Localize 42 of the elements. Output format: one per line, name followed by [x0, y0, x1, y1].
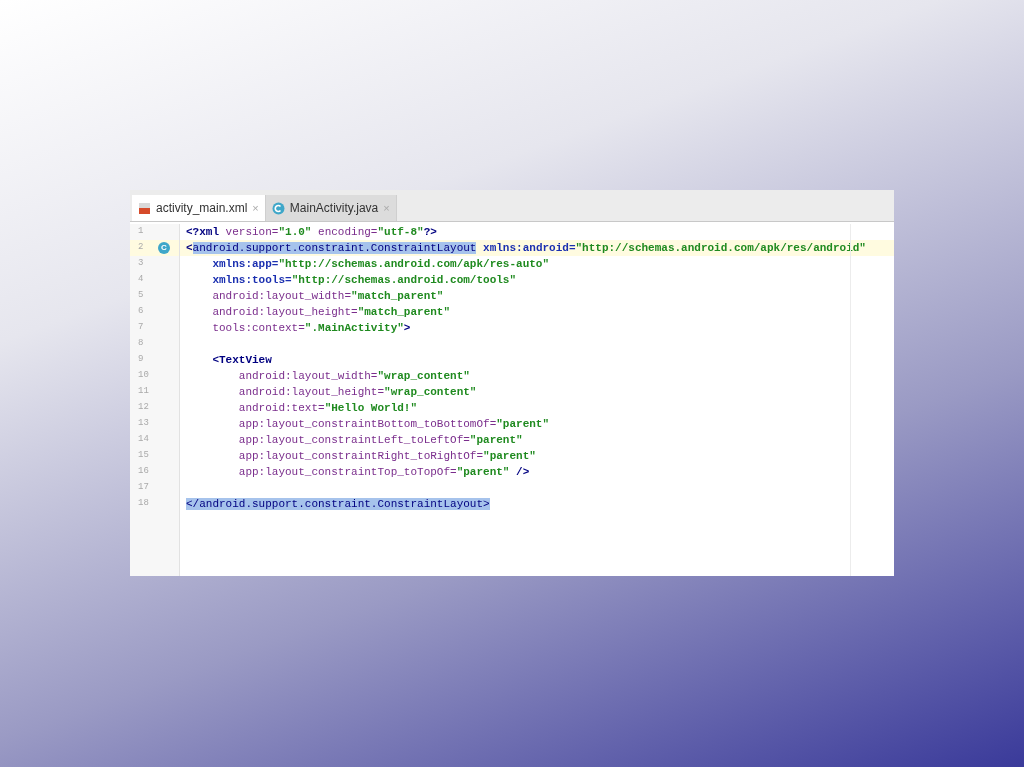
code-line: android:text="Hello World!" — [237, 401, 418, 416]
line-number: 2 — [138, 241, 145, 255]
code-line: app:layout_constraintBottom_toBottomOf="parent" — [237, 417, 550, 432]
line-number: 4 — [138, 273, 145, 287]
code-line: android:layout_height="wrap_content" — [237, 385, 477, 400]
code-line: android:layout_height="match_parent" — [211, 305, 451, 320]
code-line: tools:context=".MainActivity"> — [211, 321, 411, 336]
line-number: 18 — [138, 497, 150, 511]
line-number: 12 — [138, 401, 150, 415]
line-number: 11 — [138, 385, 150, 399]
tab-label: MainActivity.java — [289, 200, 379, 217]
line-number: 6 — [138, 305, 145, 319]
line-number: 8 — [138, 337, 145, 351]
line-number: 13 — [138, 417, 150, 431]
line-number: 14 — [138, 433, 150, 447]
editor-tab[interactable]: MainActivity.java × — [265, 195, 397, 221]
line-number: 5 — [138, 289, 145, 303]
layout-file-icon — [138, 201, 151, 215]
line-number: 15 — [138, 449, 150, 463]
code-line: <android.support.constraint.ConstraintLayout xmlns:android="http://schemas.android.com/apk/res/android" — [186, 241, 866, 256]
code-line: xmlns:app="http://schemas.android.com/apk/res-auto" — [211, 257, 550, 272]
line-number: 16 — [138, 465, 150, 479]
code-line: xmlns:tools="http://schemas.android.com/tools" — [211, 273, 517, 288]
line-number: 17 — [138, 481, 150, 495]
close-tab-button[interactable]: × — [252, 199, 259, 217]
code-line: android:layout_width="match_parent" — [211, 289, 444, 304]
line-number: 3 — [138, 257, 145, 271]
editor-tab[interactable]: activity_main.xml × — [132, 195, 266, 221]
line-number: 7 — [138, 321, 145, 335]
line-number: 1 — [138, 225, 145, 239]
class-icon — [271, 201, 285, 215]
line-number: 10 — [138, 369, 150, 383]
code-line: app:layout_constraintLeft_toLeftOf="parent" — [237, 433, 523, 448]
code-line: android:layout_width="wrap_content" — [237, 369, 470, 384]
close-tab-button[interactable]: × — [383, 199, 390, 217]
code-line: <TextView — [211, 353, 272, 368]
class-gutter-icon[interactable]: C — [158, 242, 170, 254]
tab-label: activity_main.xml — [156, 200, 248, 217]
code-line: app:layout_constraintTop_toTopOf="parent" /> — [237, 465, 530, 480]
code-line: app:layout_constraintRight_toRightOf="parent" — [237, 449, 536, 464]
code-line: <?xml version="1.0" encoding="utf-8"?> — [186, 225, 437, 240]
line-number: 9 — [138, 353, 145, 367]
